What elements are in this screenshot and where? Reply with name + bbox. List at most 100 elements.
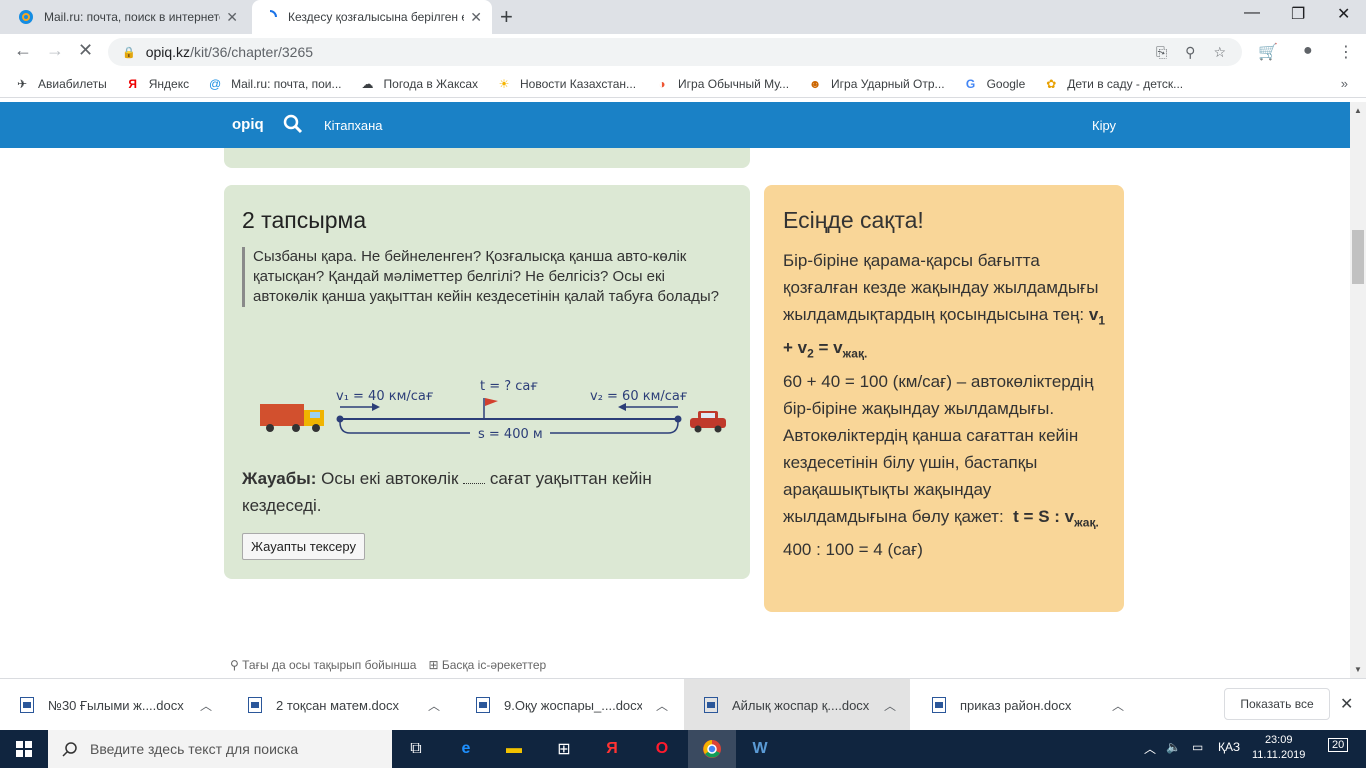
v2-label: v₂ = 60 км/сағ	[590, 389, 688, 404]
bookmark-item[interactable]: ☁ Погода в Жаксах	[360, 76, 479, 92]
page-scrollbar[interactable]: ▲ ▼	[1350, 102, 1366, 678]
mailru-icon	[19, 10, 33, 24]
bookmark-item[interactable]: G Google	[963, 76, 1025, 92]
answer-text-before: Осы екі автокөлік	[321, 469, 459, 488]
lock-icon: 🔒	[122, 46, 136, 59]
formula-time: t = S : vжақ.	[1013, 506, 1099, 530]
minimize-icon[interactable]: —	[1244, 4, 1260, 22]
stop-icon[interactable]: ✕	[78, 40, 93, 61]
download-item[interactable]: 2 тоқсан матем.docx ︿	[228, 679, 454, 731]
yandex-icon: Я	[128, 76, 138, 91]
window-close-icon[interactable]: ✕	[1337, 4, 1350, 24]
edge-icon[interactable]: e	[442, 730, 490, 768]
tab-opiq[interactable]: Кездесу қозғалысына берілген есеп ✕	[252, 0, 492, 34]
zoom-icon[interactable]: ⚲	[1185, 44, 1195, 61]
scroll-up-icon[interactable]: ▲	[1354, 106, 1362, 115]
scroll-down-icon[interactable]: ▼	[1354, 665, 1362, 674]
previous-task-card	[224, 148, 750, 168]
answer-blank-input[interactable]	[463, 470, 486, 484]
download-shelf: №30 Ғылыми ж....docx ︿ 2 тоқсан матем.doc…	[0, 678, 1366, 731]
forward-icon[interactable]: →	[46, 40, 64, 61]
distance-label: s = 400 м	[478, 427, 543, 440]
remember-text: 60 + 40 = 100 (км/сағ) – автокөліктердің…	[783, 371, 1094, 418]
volume-icon[interactable]: 🔈	[1166, 740, 1181, 754]
show-all-downloads-button[interactable]: Показать все	[1224, 688, 1330, 720]
search-icon[interactable]	[283, 114, 303, 134]
tab-mailru[interactable]: Mail.ru: почта, поиск в интернете ✕	[8, 0, 248, 34]
remember-text: Бір-біріне қарама-қарсы бағытта қозғалға…	[783, 251, 1099, 324]
game2-icon: ☻	[808, 76, 822, 91]
bookmark-item[interactable]: ◑ Игра Обычный Му...	[654, 76, 789, 92]
word-icon[interactable]: W	[736, 730, 784, 768]
star-icon[interactable]: ☆	[1213, 44, 1226, 61]
cart-icon[interactable]: 🛒	[1258, 42, 1278, 62]
game-icon: ◑	[658, 76, 666, 91]
close-icon[interactable]: ✕	[226, 9, 238, 26]
bookmark-item[interactable]: @ Mail.ru: почта, пои...	[207, 76, 342, 92]
chevron-up-icon[interactable]: ︿	[414, 697, 454, 714]
download-item[interactable]: приказ район.docx ︿	[912, 679, 1138, 731]
bookmark-item[interactable]: Я Яндекс	[125, 76, 189, 92]
yandex-browser-icon[interactable]: Я	[588, 730, 636, 768]
library-link[interactable]: Кітапхана	[324, 118, 383, 133]
other-actions-link[interactable]: ⊞ Басқа іс-әрекеттер	[428, 658, 546, 672]
opera-icon[interactable]: O	[638, 730, 686, 768]
close-icon[interactable]: ✕	[470, 9, 482, 26]
task-view-icon[interactable]: ⧉	[392, 730, 440, 768]
answer-label: Жауабы:	[242, 469, 317, 488]
clock[interactable]: 23:09 11.11.2019	[1252, 733, 1305, 763]
language-indicator[interactable]: ҚАЗ	[1218, 740, 1240, 754]
back-icon[interactable]: ←	[14, 40, 32, 61]
chevron-up-icon[interactable]: ︿	[870, 697, 910, 714]
v1-label: v₁ = 40 км/сағ	[336, 389, 434, 404]
tab-title: Кездесу қозғалысына берілген есеп	[288, 10, 464, 24]
more-topic-link[interactable]: ⚲ Тағы да осы тақырып бойынша	[230, 658, 416, 672]
remember-body: Бір-біріне қарама-қарсы бағытта қозғалға…	[783, 247, 1113, 563]
site-header: opiq Кітапхана Кіру	[0, 102, 1350, 148]
bookmark-item[interactable]: ☻ Игра Ударный Отр...	[807, 76, 945, 92]
download-item[interactable]: 9.Оқу жоспары_....docx ︿	[456, 679, 682, 731]
maximize-icon[interactable]: ❐	[1291, 4, 1305, 24]
translate-icon[interactable]: ⎘	[1156, 44, 1167, 61]
account-icon[interactable]: ●	[1303, 42, 1313, 60]
bookmark-item[interactable]: ✈ Авиабилеты	[14, 76, 107, 92]
explorer-icon[interactable]: ▬	[490, 730, 538, 768]
bookmark-item[interactable]: ☀ Новости Казахстан...	[496, 76, 636, 92]
tray-chevron-icon[interactable]: ︿	[1144, 740, 1156, 757]
task-card: 2 тапсырма Сызбаны қара. Не бейнеленген?…	[224, 185, 750, 579]
word-doc-icon	[704, 697, 718, 713]
bookmark-item[interactable]: ✿ Дети в саду - детск...	[1043, 76, 1183, 92]
browser-tab-strip: Mail.ru: почта, поиск в интернете ✕ Кезд…	[0, 0, 1366, 34]
taskbar-search[interactable]: Введите здесь текст для поиска	[48, 730, 392, 768]
scrollbar-thumb[interactable]	[1352, 230, 1364, 284]
download-item[interactable]: №30 Ғылыми ж....docx ︿	[0, 679, 226, 731]
new-tab-button[interactable]: +	[500, 6, 513, 28]
url-path: /kit/36/chapter/3265	[190, 44, 314, 60]
check-answer-button[interactable]: Жауапты тексеру	[242, 533, 365, 560]
bookmarks-bar: ✈ Авиабилеты Я Яндекс @ Mail.ru: почта, пои…	[0, 70, 1366, 98]
address-bar[interactable]: 🔒 opiq.kz/kit/36/chapter/3265 ⎘ ⚲ ☆	[108, 38, 1242, 66]
notification-badge[interactable]: 20	[1328, 738, 1349, 752]
answer-sentence: Жауабы: Осы екі автокөлік сағат уақыттан…	[242, 465, 732, 519]
network-icon[interactable]: ▭	[1192, 740, 1203, 754]
chevron-up-icon[interactable]: ︿	[186, 697, 226, 714]
more-bookmarks-icon[interactable]: »	[1341, 76, 1348, 91]
word-doc-icon	[248, 697, 262, 713]
bottom-links: ⚲ Тағы да осы тақырып бойынша ⊞ Басқа іс…	[230, 658, 546, 672]
store-icon[interactable]: ⊞	[540, 730, 588, 768]
chrome-icon[interactable]	[688, 730, 736, 768]
time-label: t = ? сағ	[480, 379, 538, 394]
chevron-up-icon[interactable]: ︿	[1098, 697, 1138, 714]
login-link[interactable]: Кіру	[1092, 118, 1116, 133]
word-doc-icon	[932, 697, 946, 713]
download-item[interactable]: Айлық жоспар қ....docx ︿	[684, 679, 910, 731]
close-icon[interactable]: ✕	[1340, 694, 1353, 714]
browser-toolbar: ← → ✕ 🔒 opiq.kz/kit/36/chapter/3265 ⎘ ⚲ …	[0, 34, 1366, 70]
site-logo[interactable]: opiq	[232, 116, 264, 133]
plane-icon: ✈	[16, 76, 28, 91]
menu-icon[interactable]: ⋮	[1338, 42, 1354, 62]
chevron-up-icon[interactable]: ︿	[642, 697, 682, 714]
start-button[interactable]	[0, 730, 48, 768]
search-icon	[62, 742, 77, 757]
remember-text: 400 : 100 = 4 (сағ)	[783, 540, 923, 560]
